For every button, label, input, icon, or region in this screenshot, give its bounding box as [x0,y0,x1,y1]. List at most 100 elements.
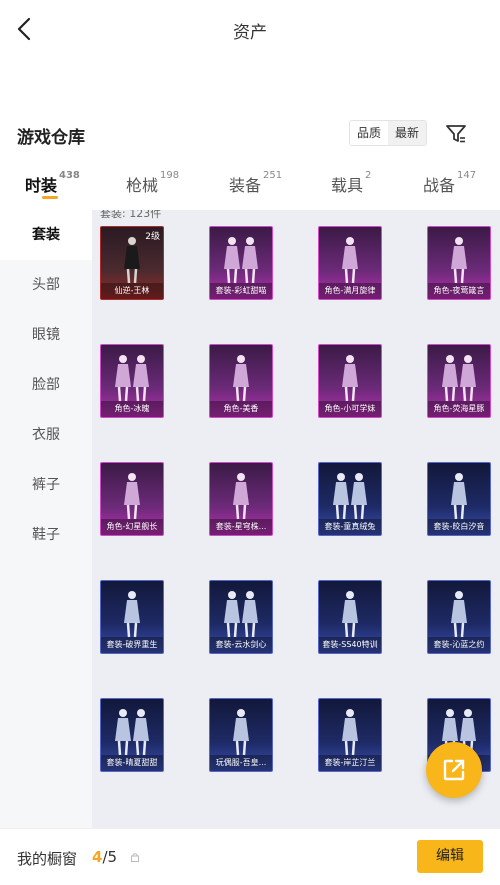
item-name: 套装-星穹株... [210,519,272,535]
item-name: 套装-皎白汐音 [428,519,490,535]
showcase-label: 我的橱窗 [17,850,78,868]
items-grid: 套装: 123件 2级 仙逆-王林 套装-彩虹甜喵 角色-满月旋律 角色-夜莺箴言 角色-… [92,210,500,830]
lock-icon [131,853,139,862]
character-figure-icon [233,355,249,402]
sidebar-item-glasses[interactable]: 眼镜 [0,310,92,360]
section-title: 游戏仓库 [17,128,85,148]
character-figure-icon [342,709,358,756]
character-figure-icon [124,473,140,520]
item-name: 套装-晴夏甜甜 [101,755,163,771]
sidebar-item-head[interactable]: 头部 [0,260,92,310]
item-card[interactable]: 角色-夜莺箴言 [427,226,491,300]
sort-toggle: 品质 最新 [349,120,427,146]
sort-newest-button[interactable]: 最新 [388,121,426,145]
item-card[interactable]: 套装-岸芷汀兰 [318,698,382,772]
tab-count: 251 [263,170,283,181]
item-name: 角色-美香 [210,401,272,417]
tab-label: 战备 [423,176,456,195]
page-title: 资产 [233,23,267,43]
item-name: 套装-岸芷汀兰 [319,755,381,771]
tab-battle-gear[interactable]: 战备147 [423,170,477,196]
character-figure-icon [442,355,476,402]
item-name: 角色-荧海星豚 [428,401,490,417]
sidebar-item-clothes[interactable]: 衣服 [0,410,92,460]
item-card[interactable]: 套装-星穹株... [209,462,273,536]
item-card[interactable]: 角色-满月旋律 [318,226,382,300]
item-card[interactable]: 套装-彩虹甜喵 [209,226,273,300]
character-figure-icon [233,709,249,756]
tab-label: 时装 [25,176,58,195]
item-name: 套装-云水剑心 [210,637,272,653]
item-name: 套装-沁蓝之约 [428,637,490,653]
item-count-label: 套装: 123件 [100,210,162,220]
share-button[interactable] [426,742,482,798]
sidebar-item-pants[interactable]: 裤子 [0,460,92,510]
item-card[interactable]: 角色-幻星舰长 [100,462,164,536]
tab-count: 147 [457,170,477,181]
item-card[interactable]: 角色-冰魄 [100,344,164,418]
filter-button[interactable] [442,120,470,148]
active-tab-indicator [42,196,58,199]
tab-count: 2 [365,170,372,181]
warehouse-header: 游戏仓库 品质 最新 [0,118,500,152]
tab-guns[interactable]: 枪械198 [126,170,180,196]
item-name: 套装-童真绒兔 [319,519,381,535]
character-figure-icon [342,237,358,284]
character-figure-icon [342,355,358,402]
showcase-count: 4/5 [92,848,117,866]
showcase-count-total: /5 [102,848,118,866]
subcategory-sidebar: 套装 头部 眼镜 脸部 衣服 裤子 鞋子 [0,210,92,830]
item-card[interactable]: 角色-美香 [209,344,273,418]
character-figure-icon [124,591,140,638]
item-card[interactable]: 角色-荧海星豚 [427,344,491,418]
tab-count: 198 [160,170,180,181]
edit-button[interactable]: 编辑 [417,840,483,873]
item-name: 角色-夜莺箴言 [428,283,490,299]
tab-label: 载具 [331,176,364,195]
item-name: 角色-冰魄 [101,401,163,417]
item-name: 套装-破界重生 [101,637,163,653]
tab-count: 438 [59,170,80,181]
category-tabs: 时装438 枪械198 装备251 载具2 战备147 [0,160,500,210]
item-card[interactable]: 套装-皎白汐音 [427,462,491,536]
character-figure-icon [451,591,467,638]
character-figure-icon [451,237,467,284]
sidebar-item-outfit[interactable]: 套装 [0,210,92,260]
tab-label: 装备 [229,176,262,195]
character-figure-icon [333,473,367,520]
level-badge: 2级 [145,232,160,242]
item-card[interactable]: 套装-破界重生 [100,580,164,654]
item-card[interactable]: 套装-云水剑心 [209,580,273,654]
item-name: 角色-小可学妹 [319,401,381,417]
character-figure-icon [224,591,258,638]
item-name: 仙逆-王林 [101,283,163,299]
character-figure-icon [115,355,149,402]
item-card[interactable]: 套装-SS40特训 [318,580,382,654]
top-bar: 资产 [0,0,500,58]
item-name: 角色-幻星舰长 [101,519,163,535]
share-external-icon [443,759,465,781]
item-card[interactable]: 角色-小可学妹 [318,344,382,418]
item-name: 套装-彩虹甜喵 [210,283,272,299]
character-figure-icon [342,591,358,638]
item-name: 玩偶服-吾皇... [210,755,272,771]
character-figure-icon [233,473,249,520]
sidebar-item-shoes[interactable]: 鞋子 [0,510,92,560]
sort-quality-button[interactable]: 品质 [350,121,388,145]
showcase-bar: 我的橱窗 4/5 编辑 [0,828,500,885]
character-figure-icon [224,237,258,284]
item-card[interactable]: 套装-晴夏甜甜 [100,698,164,772]
item-name: 角色-满月旋律 [319,283,381,299]
tab-equipment[interactable]: 装备251 [229,170,283,196]
sidebar-item-face[interactable]: 脸部 [0,360,92,410]
tab-label: 枪械 [126,176,159,195]
item-name: 套装-SS40特训 [319,637,381,653]
item-card[interactable]: 套装-沁蓝之约 [427,580,491,654]
item-card[interactable]: 玩偶服-吾皇... [209,698,273,772]
funnel-icon [446,125,466,143]
tab-vehicles[interactable]: 载具2 [331,170,372,196]
tab-fashion[interactable]: 时装438 [25,170,80,196]
item-card[interactable]: 2级仙逆-王林 [100,226,164,300]
item-card[interactable]: 套装-童真绒兔 [318,462,382,536]
character-figure-icon [451,473,467,520]
